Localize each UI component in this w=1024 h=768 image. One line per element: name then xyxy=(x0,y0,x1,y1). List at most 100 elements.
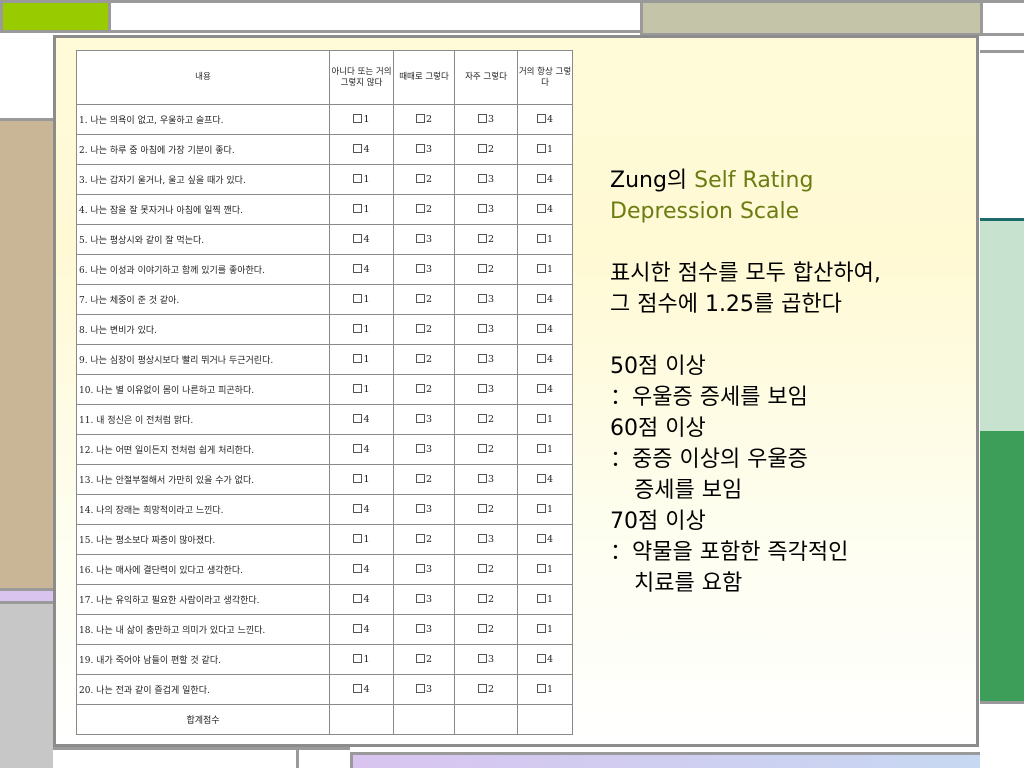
checkbox-icon[interactable] xyxy=(353,294,363,303)
score-option[interactable]: 4 xyxy=(517,104,573,135)
score-option[interactable]: 2 xyxy=(454,614,518,645)
checkbox-icon[interactable] xyxy=(415,294,425,303)
score-option[interactable]: 4 xyxy=(329,554,394,585)
checkbox-icon[interactable] xyxy=(415,684,425,693)
score-option[interactable]: 4 xyxy=(329,404,394,435)
checkbox-icon[interactable] xyxy=(536,474,546,483)
score-option[interactable]: 4 xyxy=(517,314,573,345)
checkbox-icon[interactable] xyxy=(415,564,425,573)
checkbox-icon[interactable] xyxy=(353,264,363,273)
checkbox-icon[interactable] xyxy=(353,384,363,393)
checkbox-icon[interactable] xyxy=(353,534,363,543)
checkbox-icon[interactable] xyxy=(353,504,363,513)
score-option[interactable]: 1 xyxy=(329,344,394,375)
score-option[interactable]: 3 xyxy=(454,194,518,225)
checkbox-icon[interactable] xyxy=(415,384,425,393)
score-option[interactable]: 2 xyxy=(454,134,518,165)
score-option[interactable]: 2 xyxy=(393,284,455,315)
checkbox-icon[interactable] xyxy=(477,384,487,393)
checkbox-icon[interactable] xyxy=(536,294,546,303)
score-option[interactable]: 4 xyxy=(517,194,573,225)
checkbox-icon[interactable] xyxy=(477,234,487,243)
checkbox-icon[interactable] xyxy=(536,444,546,453)
score-option[interactable]: 3 xyxy=(393,554,455,585)
score-option[interactable]: 4 xyxy=(517,644,573,675)
score-option[interactable]: 3 xyxy=(454,314,518,345)
checkbox-icon[interactable] xyxy=(536,234,546,243)
checkbox-icon[interactable] xyxy=(477,594,487,603)
checkbox-icon[interactable] xyxy=(415,624,425,633)
score-option[interactable]: 3 xyxy=(454,104,518,135)
checkbox-icon[interactable] xyxy=(353,624,363,633)
checkbox-icon[interactable] xyxy=(415,594,425,603)
score-option[interactable]: 4 xyxy=(329,584,394,615)
score-option[interactable]: 4 xyxy=(517,524,573,555)
score-option[interactable]: 4 xyxy=(329,674,394,705)
checkbox-icon[interactable] xyxy=(353,414,363,423)
score-option[interactable]: 1 xyxy=(517,674,573,705)
total-cell[interactable] xyxy=(329,704,394,735)
checkbox-icon[interactable] xyxy=(415,264,425,273)
score-option[interactable]: 2 xyxy=(454,674,518,705)
checkbox-icon[interactable] xyxy=(415,654,425,663)
score-option[interactable]: 3 xyxy=(454,284,518,315)
checkbox-icon[interactable] xyxy=(353,564,363,573)
score-option[interactable]: 4 xyxy=(517,374,573,405)
score-option[interactable]: 2 xyxy=(393,194,455,225)
score-option[interactable]: 1 xyxy=(517,494,573,525)
checkbox-icon[interactable] xyxy=(536,204,546,213)
score-option[interactable]: 3 xyxy=(393,434,455,465)
score-option[interactable]: 3 xyxy=(454,524,518,555)
score-option[interactable]: 1 xyxy=(329,464,394,495)
score-option[interactable]: 1 xyxy=(517,404,573,435)
checkbox-icon[interactable] xyxy=(415,234,425,243)
checkbox-icon[interactable] xyxy=(353,234,363,243)
score-option[interactable]: 1 xyxy=(517,614,573,645)
checkbox-icon[interactable] xyxy=(353,204,363,213)
checkbox-icon[interactable] xyxy=(353,594,363,603)
score-option[interactable]: 1 xyxy=(517,554,573,585)
checkbox-icon[interactable] xyxy=(536,594,546,603)
score-option[interactable]: 3 xyxy=(393,134,455,165)
checkbox-icon[interactable] xyxy=(536,384,546,393)
score-option[interactable]: 4 xyxy=(329,614,394,645)
score-option[interactable]: 1 xyxy=(517,254,573,285)
checkbox-icon[interactable] xyxy=(415,114,425,123)
checkbox-icon[interactable] xyxy=(353,174,363,183)
score-option[interactable]: 4 xyxy=(517,344,573,375)
score-option[interactable]: 1 xyxy=(329,164,394,195)
checkbox-icon[interactable] xyxy=(477,264,487,273)
checkbox-icon[interactable] xyxy=(415,534,425,543)
score-option[interactable]: 2 xyxy=(454,254,518,285)
checkbox-icon[interactable] xyxy=(477,504,487,513)
score-option[interactable]: 1 xyxy=(329,284,394,315)
score-option[interactable]: 1 xyxy=(329,194,394,225)
score-option[interactable]: 3 xyxy=(393,254,455,285)
checkbox-icon[interactable] xyxy=(415,174,425,183)
checkbox-icon[interactable] xyxy=(477,414,487,423)
score-option[interactable]: 1 xyxy=(329,314,394,345)
checkbox-icon[interactable] xyxy=(415,414,425,423)
checkbox-icon[interactable] xyxy=(536,504,546,513)
checkbox-icon[interactable] xyxy=(477,534,487,543)
score-option[interactable]: 3 xyxy=(454,344,518,375)
score-option[interactable]: 4 xyxy=(329,254,394,285)
checkbox-icon[interactable] xyxy=(415,144,425,153)
score-option[interactable]: 4 xyxy=(329,434,394,465)
checkbox-icon[interactable] xyxy=(536,654,546,663)
score-option[interactable]: 2 xyxy=(454,404,518,435)
score-option[interactable]: 2 xyxy=(393,344,455,375)
score-option[interactable]: 2 xyxy=(454,494,518,525)
checkbox-icon[interactable] xyxy=(353,684,363,693)
checkbox-icon[interactable] xyxy=(415,324,425,333)
checkbox-icon[interactable] xyxy=(415,474,425,483)
score-option[interactable]: 4 xyxy=(517,284,573,315)
score-option[interactable]: 2 xyxy=(454,434,518,465)
score-option[interactable]: 1 xyxy=(517,434,573,465)
checkbox-icon[interactable] xyxy=(477,174,487,183)
checkbox-icon[interactable] xyxy=(477,444,487,453)
score-option[interactable]: 2 xyxy=(393,524,455,555)
score-option[interactable]: 2 xyxy=(393,104,455,135)
score-option[interactable]: 2 xyxy=(454,224,518,255)
checkbox-icon[interactable] xyxy=(536,684,546,693)
